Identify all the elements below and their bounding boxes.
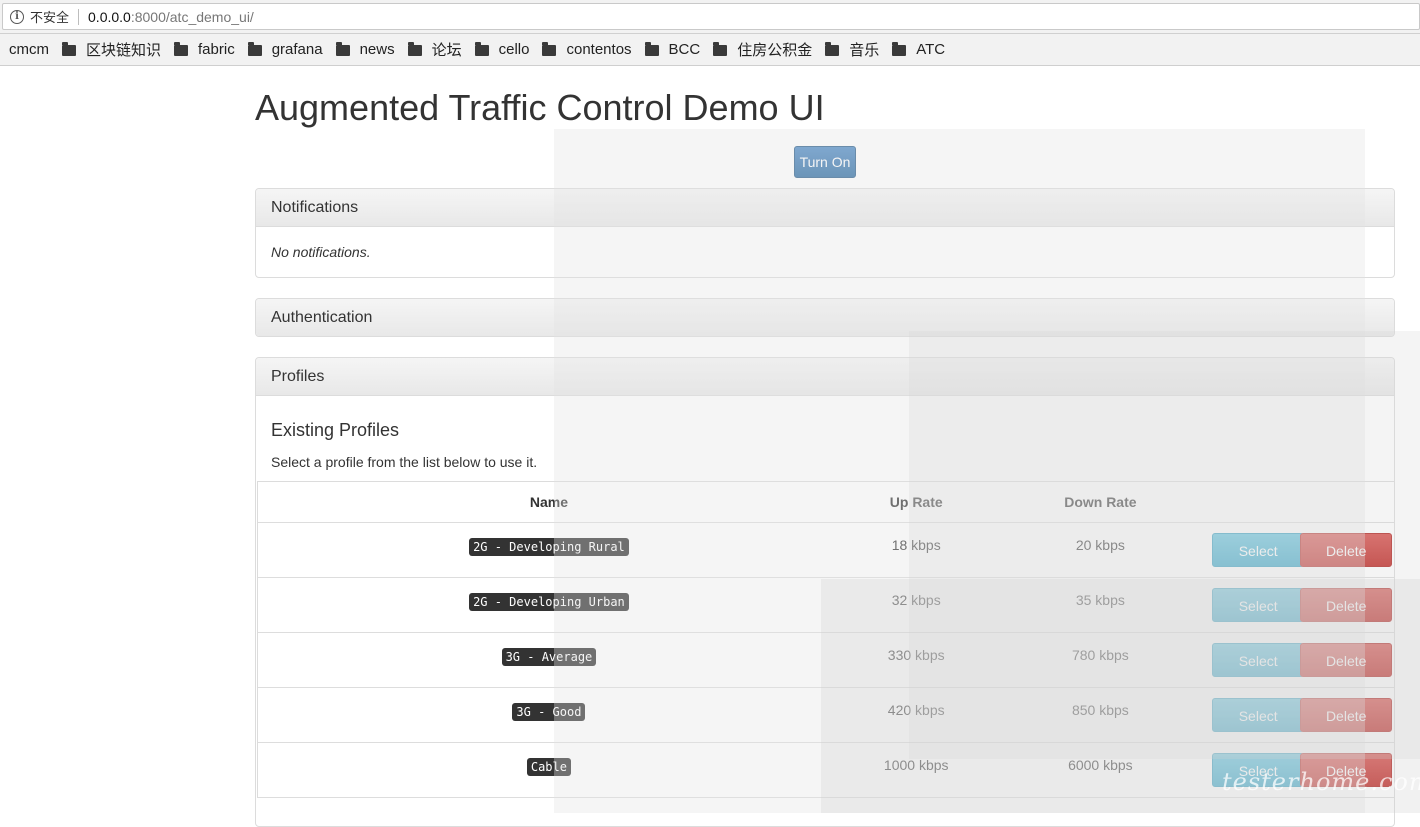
profiles-heading[interactable]: Profiles — [256, 358, 1394, 396]
page-title: Augmented Traffic Control Demo UI — [255, 87, 825, 128]
delete-button[interactable]: Delete — [1300, 697, 1393, 732]
notifications-panel: Notifications No notifications. — [255, 188, 1395, 278]
profile-up-rate: 330 kbps — [839, 632, 993, 688]
existing-profiles-title: Existing Profiles — [271, 420, 400, 440]
delete-button[interactable]: Delete — [1300, 642, 1393, 677]
bookmark-item[interactable]: grafana — [247, 41, 323, 58]
folder-icon — [247, 42, 262, 56]
folder-icon — [542, 42, 557, 56]
column-header-up-rate: Up Rate — [839, 482, 993, 523]
bookmark-item[interactable]: contentos — [542, 41, 632, 58]
profile-down-rate: 6000 kbps — [992, 742, 1209, 798]
table-row: 3G - Good 420 kbps 850 kbps Select Delete — [258, 687, 1394, 743]
notifications-text: No notifications. — [271, 244, 371, 260]
url-field[interactable]: i 不安全 0.0.0.0:8000/atc_demo_ui/ — [2, 3, 1420, 30]
folder-icon — [174, 42, 189, 56]
turn-on-button[interactable]: Turn On — [794, 146, 856, 178]
delete-button[interactable]: Delete — [1300, 752, 1393, 787]
browser-address-bar: i 不安全 0.0.0.0:8000/atc_demo_ui/ — [0, 0, 1420, 34]
authentication-panel: Authentication — [255, 298, 1395, 337]
table-row: 2G - Developing Urban 32 kbps 35 kbps Se… — [258, 577, 1394, 633]
profile-name: 3G - Good — [512, 702, 586, 721]
profile-up-rate: 18 kbps — [839, 522, 993, 578]
info-icon[interactable]: i — [10, 9, 24, 24]
profiles-panel: Profiles Existing Profiles Select a prof… — [255, 357, 1395, 827]
bookmark-item[interactable]: news — [335, 41, 395, 58]
folder-icon — [474, 42, 489, 56]
profile-name: 3G - Average — [501, 647, 597, 666]
folder-icon — [644, 42, 659, 56]
profile-down-rate: 35 kbps — [992, 577, 1209, 633]
select-button[interactable]: Select — [1212, 532, 1305, 567]
select-button[interactable]: Select — [1212, 752, 1305, 787]
folder-icon — [713, 42, 728, 56]
column-header-actions — [1208, 482, 1394, 523]
table-row: 2G - Developing Rural 18 kbps 20 kbps Se… — [258, 522, 1394, 578]
select-button[interactable]: Select — [1212, 587, 1305, 622]
folder-icon — [335, 42, 350, 56]
url-host: 0.0.0.0 — [88, 8, 131, 25]
profiles-table: Name Up Rate Down Rate 2G - Developing R… — [257, 481, 1394, 798]
bookmark-item[interactable]: BCC — [644, 41, 700, 58]
profile-name: 2G - Developing Urban — [469, 592, 629, 611]
profile-up-rate: 1000 kbps — [839, 742, 993, 798]
bookmark-item[interactable]: 音乐 — [825, 39, 879, 60]
delete-button[interactable]: Delete — [1300, 587, 1393, 622]
column-header-name: Name — [258, 482, 840, 523]
folder-icon — [892, 42, 907, 56]
notifications-heading[interactable]: Notifications — [256, 189, 1394, 227]
authentication-heading[interactable]: Authentication — [256, 299, 1394, 336]
bookmark-item[interactable]: 区块链知识 — [62, 39, 161, 60]
folder-icon — [825, 42, 840, 56]
bookmark-item[interactable]: cello — [474, 41, 529, 58]
profile-name: 2G - Developing Rural — [469, 537, 629, 556]
bookmark-item[interactable]: ATC — [892, 41, 945, 58]
profile-name: Cable — [526, 757, 571, 776]
bookmarks-bar: cmcm 区块链知识 fabric grafana news 论坛 cello … — [0, 34, 1420, 66]
table-row: Cable 1000 kbps 6000 kbps Select Delete — [258, 742, 1394, 798]
select-button[interactable]: Select — [1212, 697, 1305, 732]
profile-up-rate: 420 kbps — [839, 687, 993, 743]
profile-up-rate: 32 kbps — [839, 577, 993, 633]
profile-down-rate: 780 kbps — [992, 632, 1209, 688]
table-row: 3G - Average 330 kbps 780 kbps Select Del… — [258, 632, 1394, 688]
delete-button[interactable]: Delete — [1300, 532, 1393, 567]
column-header-down-rate: Down Rate — [992, 482, 1209, 523]
bookmark-item[interactable]: 论坛 — [407, 39, 462, 60]
folder-icon — [407, 42, 422, 56]
table-header-row: Name Up Rate Down Rate — [258, 482, 1394, 523]
url-path: :8000/atc_demo_ui/ — [130, 8, 254, 25]
select-button[interactable]: Select — [1212, 642, 1305, 677]
url-separator — [78, 8, 80, 25]
bookmark-item[interactable]: 住房公积金 — [713, 39, 812, 60]
bookmark-item[interactable]: cmcm — [9, 41, 49, 58]
profiles-description: Select a profile from the list below to … — [271, 454, 538, 470]
insecure-label[interactable]: 不安全 — [30, 7, 69, 26]
profile-down-rate: 850 kbps — [992, 687, 1209, 743]
profile-down-rate: 20 kbps — [992, 522, 1209, 578]
bookmark-item[interactable]: fabric — [174, 41, 235, 58]
folder-icon — [62, 42, 76, 56]
